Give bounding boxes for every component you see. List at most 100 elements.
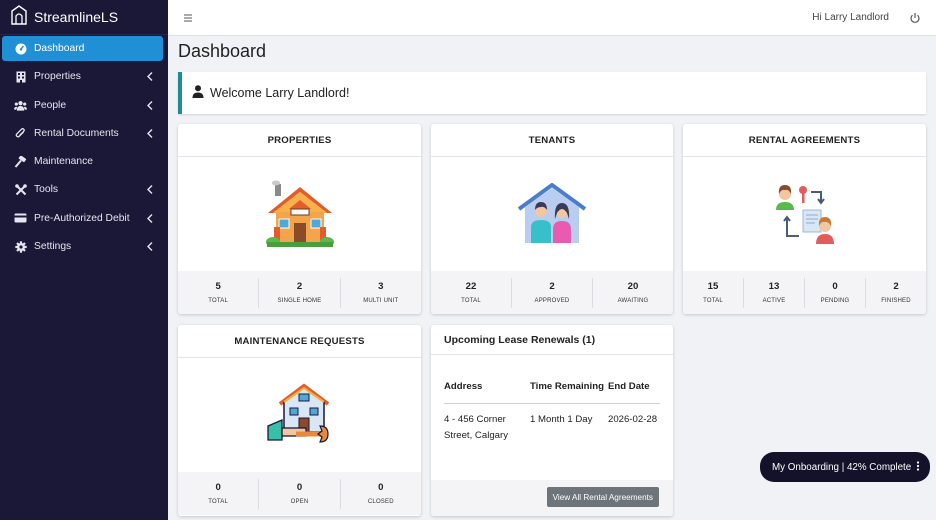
sidebar-item-label: Rental Documents <box>34 127 119 139</box>
more-vertical-icon <box>916 460 920 474</box>
user-greeting[interactable]: Hi Larry Landlord <box>812 12 889 23</box>
card-illustration <box>178 157 421 271</box>
lease-end-date: 2026-02-28 <box>608 413 658 425</box>
stat-value: 3 <box>378 281 384 292</box>
users-icon <box>14 99 27 112</box>
sidebar-nav: Dashboard Properties People Rental Docum… <box>0 35 168 259</box>
stat-label: TOTAL <box>461 298 481 304</box>
chevron-left-icon <box>145 241 155 252</box>
rental-agreements-card[interactable]: RENTAL AGREEMENTS 15 TOTAL 13 ACTIVE 0 PEND… <box>683 124 926 314</box>
building-icon <box>14 70 27 83</box>
sidebar-item-label: Settings <box>34 241 72 253</box>
welcome-text: Welcome Larry Landlord! <box>210 86 350 100</box>
card-title: PROPERTIES <box>178 124 421 157</box>
lease-table: Address Time Remaining End Date 4 - 456 … <box>444 355 660 452</box>
stat-label: FINISHED <box>881 298 911 304</box>
chevron-left-icon <box>145 128 155 139</box>
stat-value: 0 <box>832 281 838 292</box>
card-title: RENTAL AGREEMENTS <box>683 124 926 157</box>
sidebar-item-maintenance[interactable]: Maintenance <box>2 149 163 174</box>
card-title: TENANTS <box>431 124 673 157</box>
power-icon[interactable] <box>909 11 921 29</box>
stat-total: 22 TOTAL <box>431 277 512 308</box>
paperclip-icon <box>14 127 27 140</box>
sidebar-item-settings[interactable]: Settings <box>2 234 163 259</box>
stat-value: 0 <box>296 482 303 493</box>
table-row[interactable]: 4 - 456 Corner Street, Calgary 1 Month 1… <box>444 403 660 452</box>
sidebar-item-tools[interactable]: Tools <box>2 177 163 202</box>
welcome-banner: Welcome Larry Landlord! <box>178 72 926 114</box>
stat-value: 5 <box>215 281 221 292</box>
user-icon <box>192 85 204 101</box>
sidebar: StreamlineLS Dashboard Properties People <box>0 0 168 520</box>
chevron-left-icon <box>145 100 155 111</box>
card-stats: 15 TOTAL 13 ACTIVE 0 PENDING 2 FINISHED <box>683 271 926 314</box>
stat-open: 0 OPEN <box>259 478 341 509</box>
onboarding-button[interactable]: My Onboarding | 42% Complete <box>760 452 930 482</box>
card-stats: 22 TOTAL 2 APPROVED 20 AWAITING <box>431 271 673 314</box>
lease-address: 4 - 456 Corner Street, Calgary <box>444 413 508 441</box>
brand-logo-icon <box>10 4 28 30</box>
stat-label: CLOSED <box>367 499 394 505</box>
stat-active: 13 ACTIVE <box>744 277 805 308</box>
topbar: Hi Larry Landlord <box>168 0 936 36</box>
stat-value: 22 <box>465 281 477 292</box>
agreements-illustration-icon <box>775 185 834 244</box>
hammer-icon <box>14 155 27 168</box>
sidebar-item-label: Pre-Authorized Debit <box>34 212 130 224</box>
stat-value: 2 <box>549 281 555 292</box>
stat-awaiting: 20 AWAITING <box>593 278 673 308</box>
stat-value: 2 <box>893 281 899 292</box>
column-header-time-remaining: Time Remaining <box>530 355 608 404</box>
stat-label: OPEN <box>290 499 309 505</box>
stat-label: TOTAL <box>208 298 229 304</box>
column-header-address: Address <box>444 355 530 404</box>
card-stats: 5 TOTAL 2 SINGLE HOME 3 MULTI UNIT <box>178 271 421 314</box>
lease-renewals-title: Upcoming Lease Renewals (1) <box>431 325 673 355</box>
maintenance-illustration-icon <box>266 383 329 443</box>
sidebar-item-rental-documents[interactable]: Rental Documents <box>2 121 163 146</box>
chevron-left-icon <box>145 213 155 224</box>
lease-renewals-card: Upcoming Lease Renewals (1) Address Time… <box>431 325 673 516</box>
stat-total: 5 TOTAL <box>178 277 260 308</box>
properties-card[interactable]: PROPERTIES 5 TOTAL 2 SINGLE HOME 3 MULTI UN… <box>178 124 421 314</box>
card-illustration <box>178 358 421 472</box>
onboarding-label: My Onboarding | 42% Complete <box>772 461 912 473</box>
stat-label: MULTI UNIT <box>363 298 399 304</box>
sidebar-item-properties[interactable]: Properties <box>2 64 163 89</box>
lease-table-wrap: Address Time Remaining End Date 4 - 456 … <box>431 355 673 452</box>
brand[interactable]: StreamlineLS <box>0 0 168 35</box>
dashboard-icon <box>14 42 27 55</box>
stat-finished: 2 FINISHED <box>866 278 926 308</box>
lease-time-remaining: 1 Month 1 Day <box>530 413 593 425</box>
stat-label: TOTAL <box>208 499 229 505</box>
menu-toggle-icon[interactable] <box>182 11 194 29</box>
house-illustration-icon <box>265 180 334 247</box>
tenants-illustration-icon <box>517 183 587 243</box>
brand-name: StreamlineLS <box>34 9 119 25</box>
stat-total: 15 TOTAL <box>683 277 744 308</box>
stat-label: PENDING <box>820 298 850 304</box>
stat-label: SINGLE HOME <box>277 298 322 304</box>
stat-value: 0 <box>378 482 384 493</box>
sidebar-item-dashboard[interactable]: Dashboard <box>2 36 163 61</box>
tenants-card[interactable]: TENANTS 22 TOTAL 2 APPROVED 20 AWAITING <box>431 124 673 314</box>
sidebar-item-label: Maintenance <box>34 156 93 168</box>
stat-label: TOTAL <box>703 298 723 304</box>
maintenance-card[interactable]: MAINTENANCE REQUESTS 0 TOTAL 0 OPEN 0 CLOSE… <box>178 325 421 516</box>
stat-value: 13 <box>768 281 780 292</box>
stat-label: ACTIVE <box>762 298 786 304</box>
tools-icon <box>14 183 27 196</box>
view-all-rental-agreements-button[interactable]: View All Rental Agreements <box>546 487 659 507</box>
gear-icon <box>14 240 27 253</box>
sidebar-item-people[interactable]: People <box>2 93 163 118</box>
column-header-end-date: End Date <box>608 355 660 404</box>
sidebar-item-label: People <box>34 99 67 111</box>
credit-card-icon <box>14 212 27 225</box>
stat-single-home: 2 SINGLE HOME <box>259 277 341 308</box>
stat-approved: 2 APPROVED <box>512 277 593 308</box>
stat-value: 0 <box>215 482 221 493</box>
sidebar-item-pre-authorized-debit[interactable]: Pre-Authorized Debit <box>2 206 163 231</box>
sidebar-item-label: Properties <box>34 71 81 83</box>
stat-multi-unit: 3 MULTI UNIT <box>341 278 421 308</box>
